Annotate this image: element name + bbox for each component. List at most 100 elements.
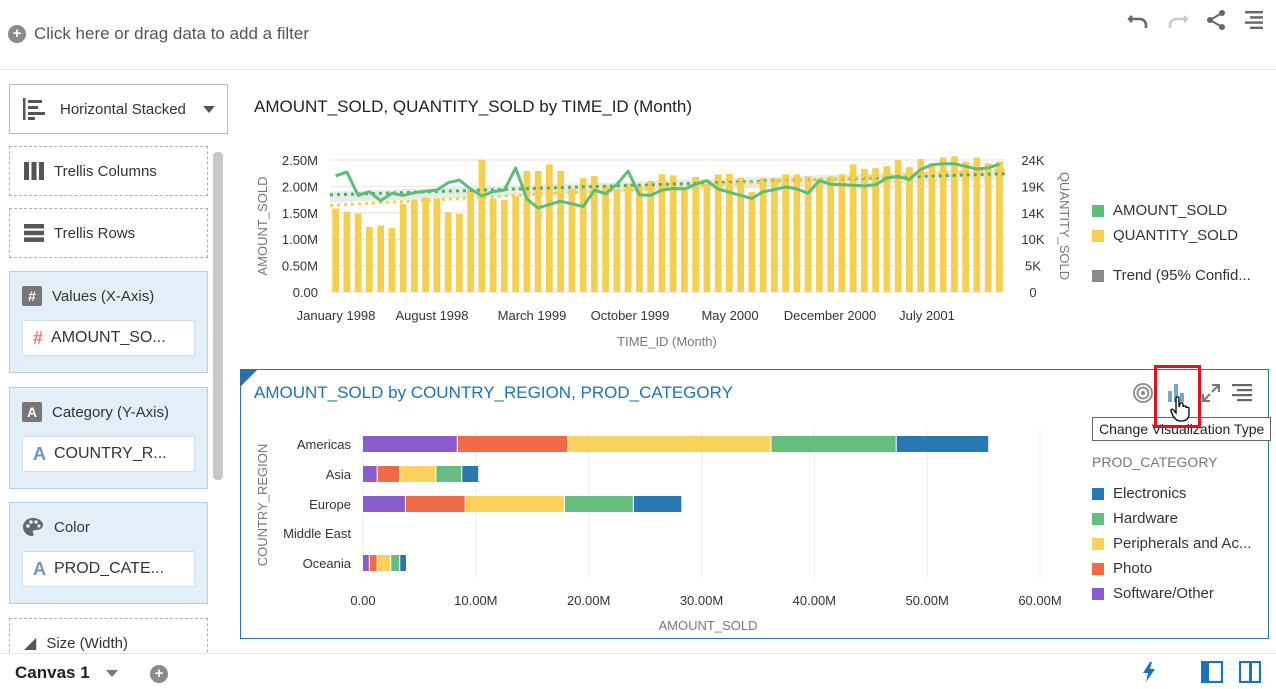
quantity-bar [669, 175, 677, 292]
legend-peripherals[interactable]: Peripherals and Ac... [1092, 535, 1251, 552]
y2-tick-label: 0 [1029, 285, 1036, 300]
legend-trend[interactable]: Trend (95% Confid... [1092, 267, 1251, 284]
legend-swatch [1092, 204, 1104, 217]
add-filter-bar[interactable]: + Click here or drag data to add a filte… [8, 24, 309, 44]
quantity-bar [354, 213, 362, 292]
auto-apply-lightning-icon[interactable] [1141, 662, 1157, 682]
legend-amount-sold[interactable]: AMOUNT_SOLD [1092, 202, 1227, 219]
legend-swatch [1092, 269, 1104, 282]
stacked-bar-segment [465, 496, 564, 512]
y-tick-label: 2.00M [282, 179, 318, 194]
legend-swatch [1092, 229, 1104, 242]
trellis-rows-dropzone[interactable]: Trellis Rows [9, 208, 208, 258]
share-icon[interactable] [1204, 8, 1228, 32]
quantity-bar [501, 200, 508, 292]
y-tick-label: Europe [309, 497, 351, 512]
viz-type-dropdown[interactable]: Horizontal Stacked [9, 84, 228, 134]
legend-label: Electronics [1113, 485, 1187, 502]
panel-scrollbar[interactable] [213, 152, 223, 480]
legend-label: AMOUNT_SOLD [1113, 202, 1228, 219]
x-tick-label: May 2000 [701, 308, 758, 323]
y-tick-label: 0.00 [293, 285, 318, 300]
menu-icon[interactable] [1242, 8, 1266, 32]
y-tick-label: Middle East [283, 526, 351, 541]
quantity-bar [366, 227, 373, 292]
x-tick-label: December 2000 [784, 308, 877, 323]
attribute-a-icon: A [22, 402, 42, 422]
quantity-bar [759, 178, 767, 292]
quantity-bar [399, 204, 407, 292]
add-canvas-icon[interactable]: + [150, 665, 168, 683]
quantity-bar [883, 166, 891, 292]
trellis-rows-icon [24, 224, 44, 242]
x-axis-label: TIME_ID (Month) [617, 334, 717, 349]
amount-sold-pill[interactable]: # AMOUNT_SO... [22, 320, 195, 356]
quantity-bar [422, 197, 429, 292]
undo-icon[interactable] [1126, 8, 1150, 32]
legend-label: Photo [1113, 560, 1153, 577]
attribute-icon: A [33, 558, 46, 579]
x-tick-label: 10.00M [454, 593, 497, 608]
prod-category-pill-label: PROD_CATE... [54, 560, 164, 577]
legend-electronics[interactable]: Electronics [1092, 485, 1186, 502]
x-tick-label: March 1999 [498, 308, 567, 323]
trellis-columns-label: Trellis Columns [54, 162, 157, 180]
y2-tick-label: 14K [1021, 206, 1044, 221]
y2-tick-label: 19K [1021, 179, 1044, 194]
stacked-bar-segment [436, 466, 462, 482]
quantity-bar [512, 196, 519, 292]
stacked-bar-segment [363, 555, 369, 571]
stacked-bar-segment [377, 555, 391, 571]
stacked-bar-segment [405, 496, 465, 512]
size-icon: ◢ [24, 635, 37, 652]
combo-chart-panel: AMOUNT_SOLD, QUANTITY_SOLD by TIME_ID (M… [240, 80, 1270, 350]
legend-photo[interactable]: Photo [1092, 560, 1152, 577]
canvas-tab[interactable]: Canvas 1 [15, 663, 90, 683]
quantity-bar [557, 171, 564, 292]
legend-hardware[interactable]: Hardware [1092, 510, 1178, 527]
prod-category-pill[interactable]: A PROD_CATE... [22, 551, 195, 587]
y-tick-label: 2.50M [282, 153, 318, 168]
x-tick-label: 50.00M [905, 593, 948, 608]
quantity-bar [962, 161, 969, 292]
toggle-data-panel-icon[interactable] [1201, 661, 1223, 683]
stacked-bar-segment [391, 555, 400, 571]
x-tick-label: 60.00M [1018, 593, 1061, 608]
stacked-bar-segment [564, 496, 633, 512]
attribute-icon: A [33, 443, 46, 464]
quantity-bar [467, 188, 474, 292]
quantity-bar [714, 174, 722, 292]
quantity-bar [613, 189, 621, 292]
y-tick-label: Americas [297, 437, 352, 452]
quantity-bar [984, 163, 992, 292]
country-region-pill[interactable]: A COUNTRY_R... [22, 436, 195, 472]
quantity-bar [624, 183, 632, 292]
y2-tick-label: 5K [1025, 259, 1041, 274]
y-tick-label: 1.50M [282, 206, 318, 221]
legend-software[interactable]: Software/Other [1092, 585, 1214, 602]
hand-cursor-icon [1170, 396, 1190, 422]
size-width-dropzone[interactable]: ◢ Size (Width) [9, 618, 208, 653]
toggle-properties-panel-icon[interactable] [1239, 661, 1261, 683]
quantity-bar [906, 167, 913, 292]
redo-icon[interactable] [1166, 8, 1190, 32]
y-axis-label: COUNTRY_REGION [255, 444, 270, 567]
quantity-bar [849, 164, 857, 292]
y2-tick-label: 24K [1021, 153, 1044, 168]
category-section-label: Category (Y-Axis) [52, 403, 169, 421]
x-tick-label: January 1998 [297, 308, 376, 323]
x-tick-label: 20.00M [567, 593, 610, 608]
stacked-bar-segment [457, 436, 568, 452]
quantity-bar [782, 174, 789, 292]
quantity-bar [332, 208, 339, 292]
trellis-columns-dropzone[interactable]: Trellis Columns [9, 146, 208, 196]
legend-swatch [1092, 512, 1104, 525]
trellis-rows-label: Trellis Rows [54, 224, 136, 242]
x-axis-label: AMOUNT_SOLD [659, 618, 758, 633]
chevron-down-icon [203, 106, 215, 113]
quantity-bar [928, 163, 936, 292]
legend-swatch [1092, 537, 1104, 550]
legend-quantity-sold[interactable]: QUANTITY_SOLD [1092, 227, 1238, 244]
chevron-down-icon[interactable] [106, 670, 118, 677]
quantity-bar [433, 198, 441, 292]
